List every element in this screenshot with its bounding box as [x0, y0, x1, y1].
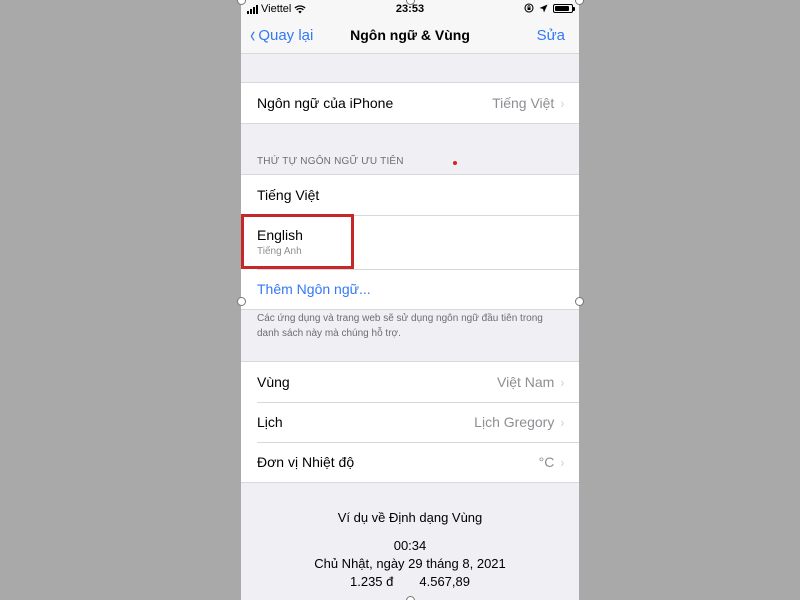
back-button[interactable]: ‹ Quay lại [249, 22, 314, 47]
highlight-box [241, 214, 354, 269]
navigation-bar: ‹ Quay lại Ngôn ngữ & Vùng Sửa [241, 18, 579, 54]
calendar-value: Lịch Gregory [474, 414, 555, 430]
temperature-unit-label: Đơn vị Nhiệt độ [257, 454, 355, 470]
resize-handle [575, 0, 584, 5]
region-row[interactable]: Vùng Việt Nam › [241, 362, 579, 402]
chevron-right-icon: › [561, 414, 565, 430]
calendar-row[interactable]: Lịch Lịch Gregory › [241, 402, 579, 442]
iphone-language-row[interactable]: Ngôn ngữ của iPhone Tiếng Việt › [241, 83, 579, 123]
location-icon [539, 4, 548, 12]
region-label: Vùng [257, 374, 290, 390]
language-item-label: Tiếng Việt [257, 187, 320, 203]
back-button-label: Quay lại [258, 26, 314, 44]
format-example-date: Chủ Nhật, ngày 29 tháng 8, 2021 [314, 556, 506, 571]
calendar-label: Lịch [257, 414, 283, 430]
resize-handle [237, 297, 246, 306]
language-item[interactable]: Tiếng Việt [241, 175, 579, 215]
format-example-numbers: 1.235 đ 4.567,89 [241, 574, 579, 589]
preferred-languages-footer: Các ứng dụng và trang web sẽ sử dụng ngô… [257, 313, 543, 339]
chevron-right-icon: › [561, 374, 565, 390]
format-example-number: 4.567,89 [419, 574, 470, 589]
preferred-languages-header: THỨ TỰ NGÔN NGỮ ƯU TIÊN [257, 156, 404, 167]
iphone-language-label: Ngôn ngữ của iPhone [257, 95, 394, 111]
iphone-language-value: Tiếng Việt [492, 95, 555, 111]
chevron-left-icon: ‹ [250, 22, 256, 47]
region-format-example: Ví dụ về Định dạng Vùng 00:34 Chủ Nhật, … [241, 510, 579, 589]
region-settings-group: Vùng Việt Nam › Lịch Lịch Gregory › Đơn … [241, 361, 579, 483]
status-right [524, 3, 575, 13]
edit-button[interactable]: Sửa [537, 27, 565, 44]
battery-icon [553, 3, 575, 13]
annotation-dot [453, 161, 457, 165]
format-example-time: 00:34 [393, 538, 427, 553]
temperature-unit-row[interactable]: Đơn vị Nhiệt độ °C › [241, 442, 579, 482]
temperature-unit-value: °C [538, 454, 555, 470]
chevron-right-icon: › [561, 454, 565, 470]
format-example-currency: 1.235 đ [350, 574, 394, 589]
add-language-button[interactable]: Thêm Ngôn ngữ... [257, 281, 565, 297]
iphone-language-group: Ngôn ngữ của iPhone Tiếng Việt › [241, 82, 579, 124]
chevron-right-icon: › [561, 95, 565, 111]
region-value: Việt Nam [497, 374, 555, 390]
lock-rotation-icon [524, 3, 534, 13]
add-language-row[interactable]: Thêm Ngôn ngữ... [241, 269, 579, 309]
format-example-title: Ví dụ về Định dạng Vùng [337, 510, 483, 525]
resize-handle [575, 297, 584, 306]
resize-handle [406, 596, 415, 600]
phone-screen: Viettel 23:53 ‹ Quay lại Ngôn ngữ & Vùng… [241, 0, 579, 600]
